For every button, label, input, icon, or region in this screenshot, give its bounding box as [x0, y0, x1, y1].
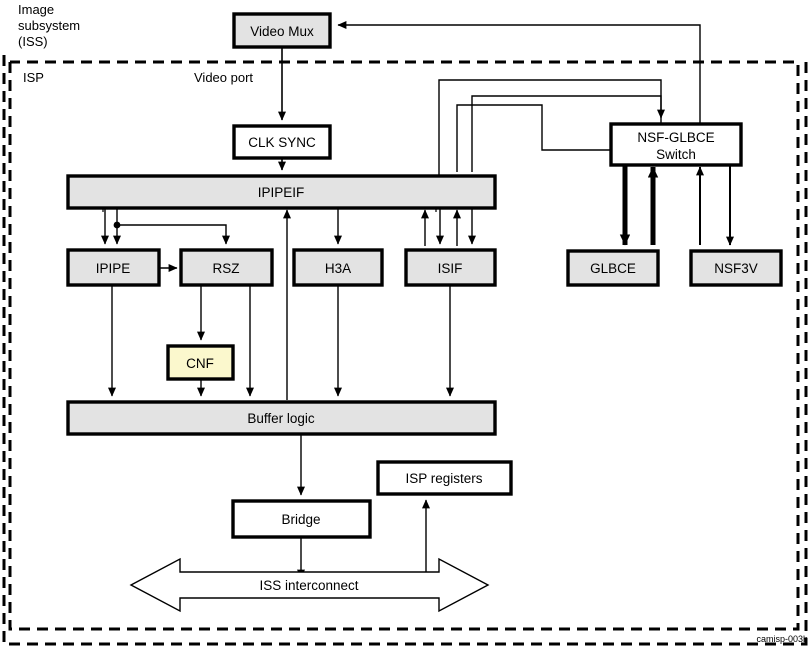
block-buffer-logic[interactable]: Buffer logic — [66, 400, 497, 436]
free-text-labels: Image subsystem (ISS) ISP Video port cam… — [18, 2, 808, 644]
iss-region-label-line2: subsystem — [18, 18, 80, 33]
connector-lines — [101, 21, 734, 582]
block-label-ipipeif: IPIPEIF — [258, 185, 305, 200]
block-video-mux[interactable]: Video Mux — [232, 12, 332, 49]
block-label-rsz: RSZ — [213, 261, 240, 276]
isp-region-label: ISP — [23, 70, 44, 85]
block-nsf-glbce-switch[interactable]: NSF-GLBCE Switch — [609, 122, 743, 167]
block-rsz[interactable]: RSZ — [179, 248, 274, 287]
block-label-ipipe: IPIPE — [96, 261, 131, 276]
block-label-h3a: H3A — [325, 261, 351, 276]
video-port-label: Video port — [194, 70, 253, 85]
block-isif[interactable]: ISIF — [404, 248, 497, 287]
block-label-glbce: GLBCE — [590, 261, 636, 276]
figure-id-label: camisp-003h — [756, 634, 808, 644]
iss-region-label-line1: Image — [18, 2, 54, 17]
block-h3a[interactable]: H3A — [292, 248, 384, 287]
block-isp-registers[interactable]: ISP registers — [376, 460, 513, 496]
block-label-video-mux: Video Mux — [250, 24, 314, 39]
block-ipipeif[interactable]: IPIPEIF — [66, 174, 497, 210]
block-label-cnf: CNF — [186, 356, 214, 371]
block-bridge[interactable]: Bridge — [231, 499, 372, 539]
block-cnf[interactable]: CNF — [166, 344, 235, 381]
iss-region-label-line3: (ISS) — [18, 34, 48, 49]
isp-block-diagram: Video Mux CLK SYNC IPIPEIF IPIPE RSZ H3A… — [0, 0, 812, 649]
block-glbce[interactable]: GLBCE — [566, 249, 660, 287]
junction-dot-ipipe-rsz — [113, 221, 121, 229]
edge-switch-ipipeif-b — [456, 104, 611, 172]
block-label-bridge: Bridge — [281, 512, 320, 527]
block-label-nsf-glbce-switch-line1: NSF-GLBCE — [637, 130, 714, 145]
block-label-iss-interconnect: ISS interconnect — [259, 578, 358, 593]
block-clk-sync[interactable]: CLK SYNC — [232, 124, 332, 160]
edge-ipipeif-rsz — [117, 224, 230, 245]
block-label-nsf3v: NSF3V — [714, 261, 758, 276]
block-nsf3v[interactable]: NSF3V — [689, 249, 783, 287]
block-label-clk-sync: CLK SYNC — [248, 135, 316, 150]
block-iss-interconnect[interactable]: ISS interconnect — [129, 557, 490, 613]
edge-switch-videomux — [337, 21, 701, 124]
diagram-canvas: Video Mux CLK SYNC IPIPEIF IPIPE RSZ H3A… — [2, 2, 808, 646]
block-label-nsf-glbce-switch-line2: Switch — [656, 147, 696, 162]
block-label-buffer-logic: Buffer logic — [247, 411, 315, 426]
block-ipipe[interactable]: IPIPE — [66, 248, 161, 287]
block-shapes: Video Mux CLK SYNC IPIPEIF IPIPE RSZ H3A… — [66, 12, 783, 613]
block-label-isp-registers: ISP registers — [405, 471, 482, 486]
block-label-isif: ISIF — [438, 261, 463, 276]
